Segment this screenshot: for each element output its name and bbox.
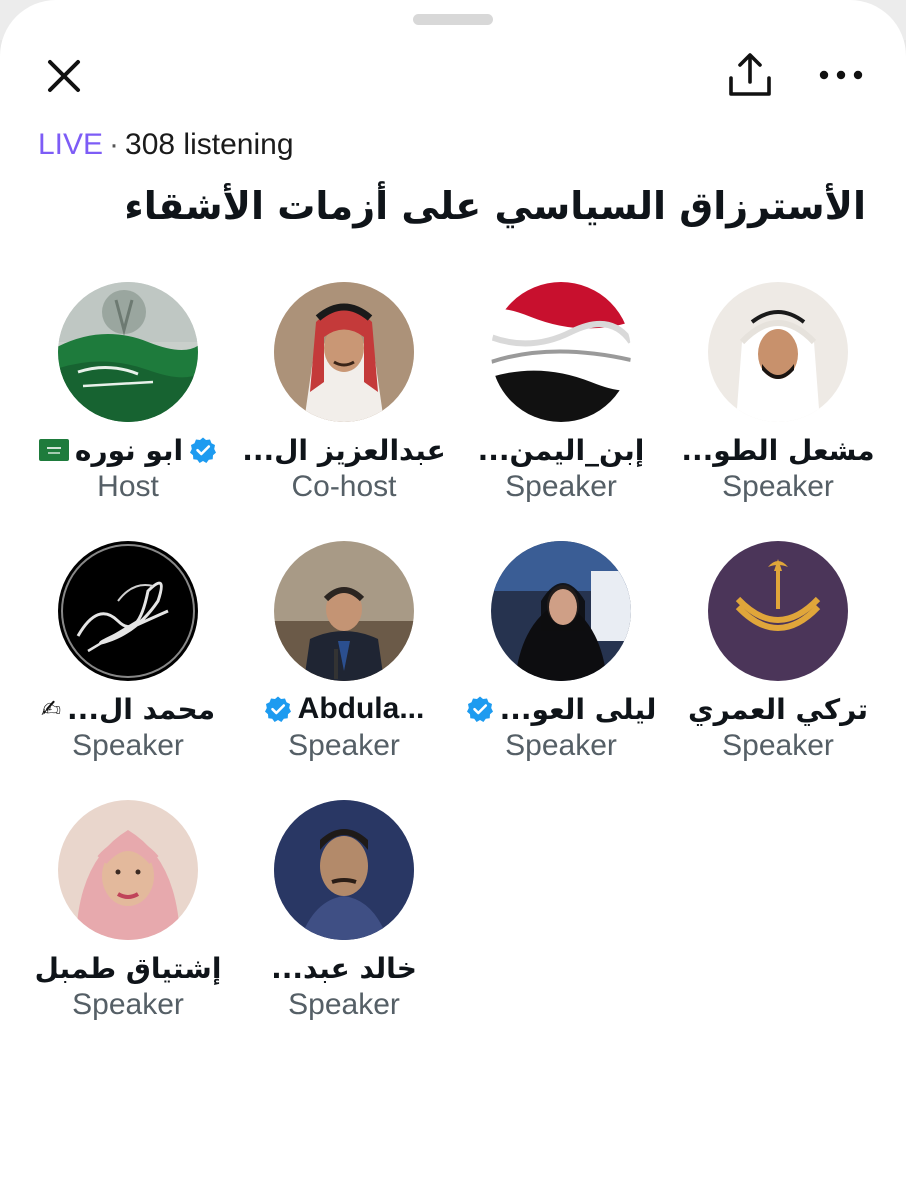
avatar [708,541,848,681]
participant-name: ابو نوره [74,433,184,467]
space-meta: LIVE · 308 listening [38,128,294,162]
participant-name-row: تركي العمري [670,689,886,729]
participant-role: Speaker [288,729,400,762]
participant-name: مشعل الطو... [681,433,875,467]
participant-role: Speaker [722,729,834,762]
participant-name-row: إشتياق طمبل [20,948,236,988]
writing-hand-icon: ✍ [40,695,62,723]
participant-name-row: مشعل الطو... [670,430,886,470]
participant-host[interactable]: ابو نوره Host [20,282,236,522]
participant-speaker[interactable]: خالد عبد... Speaker [236,800,452,1040]
participant-role: Speaker [72,729,184,762]
participant-name-row: ابو نوره [20,430,236,470]
participant-speaker[interactable]: مشعل الطو... Speaker [670,282,886,522]
participant-speaker[interactable]: Abdula... Speaker [236,541,452,781]
participant-speaker[interactable]: ليلى العو... Speaker [453,541,669,781]
participant-name: محمد ال... [67,692,216,726]
separator-dot: · [109,128,120,161]
participant-name: عبدالعزيز ال... [242,433,446,467]
avatar [274,282,414,422]
listener-count: 308 listening [125,128,294,161]
participant-name-row: عبدالعزيز ال... [236,430,452,470]
participant-speaker[interactable]: إبن_اليمن... Speaker [453,282,669,522]
participant-role: Speaker [505,470,617,503]
avatar [708,282,848,422]
participant-name-row: إبن_اليمن... [453,430,669,470]
participant-name-row: ليلى العو... [453,689,669,729]
participant-role: Speaker [72,988,184,1021]
participant-name: إبن_اليمن... [477,433,645,467]
avatar [274,541,414,681]
participant-cohost[interactable]: عبدالعزيز ال... Co-host [236,282,452,522]
avatar [274,800,414,940]
share-icon [729,53,771,96]
more-horizontal-icon [819,70,863,80]
close-icon [48,60,80,92]
participant-name-row: خالد عبد... [236,948,452,988]
verified-badge-icon [466,696,493,722]
avatar [491,282,631,422]
participant-name: إشتياق طمبل [34,951,222,985]
more-options-button[interactable] [815,60,867,90]
participant-speaker[interactable]: ✍ محمد ال... Speaker [20,541,236,781]
live-status: LIVE [38,128,104,161]
avatar [58,800,198,940]
participant-name-row: Abdula... [236,689,452,729]
participant-name-row: ✍ محمد ال... [20,689,236,729]
participant-name: تركي العمري [687,692,869,726]
participant-speaker[interactable]: إشتياق طمبل Speaker [20,800,236,1040]
avatar [58,541,198,681]
close-button[interactable] [40,52,88,100]
sheet-grabber[interactable] [413,14,493,25]
share-button[interactable] [724,50,776,102]
saudi-flag-icon [38,439,69,461]
participant-role: Speaker [722,470,834,503]
space-sheet: LIVE · 308 listening الأسترزاق السياسي على… [0,0,906,1200]
space-title: الأسترزاق السياسي على أزمات الأشقاء [124,184,866,228]
verified-badge-icon [264,696,291,722]
participant-speaker[interactable]: تركي العمري Speaker [670,541,886,781]
participant-role: Speaker [288,988,400,1021]
participant-role: Host [97,470,159,503]
participant-name: خالد عبد... [271,951,417,985]
verified-badge-icon [190,437,217,463]
participant-role: Speaker [505,729,617,762]
participant-name: ليلى العو... [499,692,657,726]
avatar [491,541,631,681]
participant-name: Abdula... [297,692,425,725]
avatar [58,282,198,422]
participant-role: Co-host [291,470,397,503]
